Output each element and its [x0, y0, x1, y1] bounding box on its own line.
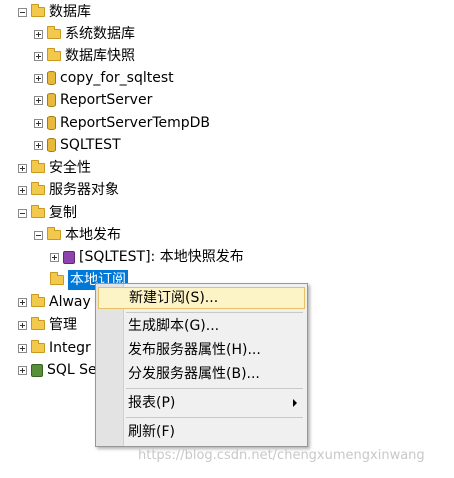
folder-icon	[31, 294, 45, 307]
menu-item-reports[interactable]: 报表(P)	[98, 392, 305, 414]
menu-separator	[126, 388, 303, 389]
tree-node-alwayson[interactable]: Alway	[18, 292, 91, 312]
collapse-icon[interactable]	[34, 230, 43, 240]
tree-node-server-objects[interactable]: 服务器对象	[18, 180, 119, 200]
tree-node-label: ReportServerTempDB	[60, 115, 211, 131]
tree-node-databases[interactable]: 数据库	[18, 2, 91, 22]
expand-icon[interactable]	[18, 320, 27, 330]
tree-node-label: 安全性	[49, 160, 91, 176]
collapse-icon[interactable]	[18, 208, 27, 218]
tree-node-db-reportserver[interactable]: ReportServer	[34, 90, 152, 110]
expand-icon[interactable]	[34, 73, 43, 83]
menu-separator	[126, 417, 303, 418]
folder-icon	[31, 340, 45, 353]
database-icon	[47, 93, 56, 107]
sql-agent-icon	[31, 363, 43, 377]
expand-icon[interactable]	[34, 118, 43, 128]
tree-node-db-snapshots[interactable]: 数据库快照	[34, 46, 135, 66]
menu-item-label: 报表(P)	[128, 395, 176, 411]
tree-node-replication[interactable]: 复制	[18, 203, 77, 223]
expand-icon[interactable]	[34, 51, 43, 61]
tree-node-label: Alway	[49, 294, 91, 310]
menu-item-refresh[interactable]: 刷新(F)	[98, 421, 305, 443]
tree-node-label: 数据库	[49, 4, 91, 20]
tree-node-label: SQLTEST	[60, 137, 121, 153]
collapse-icon[interactable]	[18, 7, 27, 17]
publication-icon	[63, 250, 75, 264]
tree-node-db-sqltest[interactable]: SQLTEST	[34, 135, 121, 155]
tree-node-management[interactable]: 管理	[18, 315, 77, 335]
tree-node-integration[interactable]: Integr	[18, 338, 91, 358]
tree-node-db-reportserver-temp[interactable]: ReportServerTempDB	[34, 113, 210, 133]
tree-node-label: [SQLTEST]: 本地快照发布	[79, 249, 244, 265]
expand-icon[interactable]	[34, 95, 43, 105]
tree-node-label: 管理	[49, 317, 77, 333]
tree-node-db-copy[interactable]: copy_for_sqltest	[34, 68, 174, 88]
folder-icon	[31, 205, 45, 218]
folder-icon	[47, 227, 61, 240]
menu-item-publisher-properties[interactable]: 发布服务器属性(H)...	[98, 339, 305, 361]
database-icon	[47, 138, 56, 152]
tree-node-label: 系统数据库	[65, 26, 135, 42]
expand-icon[interactable]	[34, 29, 43, 39]
folder-icon	[31, 317, 45, 330]
folder-icon	[31, 182, 45, 195]
folder-icon	[31, 160, 45, 173]
tree-node-security[interactable]: 安全性	[18, 158, 91, 178]
database-icon	[47, 71, 56, 85]
tree-node-system-databases[interactable]: 系统数据库	[34, 24, 135, 44]
menu-item-distributor-properties[interactable]: 分发服务器属性(B)...	[98, 363, 305, 385]
tree-node-sql-agent[interactable]: SQL Se	[18, 360, 97, 380]
tree-node-label: SQL Se	[47, 362, 97, 378]
expand-icon[interactable]	[18, 343, 27, 353]
folder-icon	[31, 4, 45, 17]
menu-item-generate-script[interactable]: 生成脚本(G)...	[98, 315, 305, 337]
submenu-arrow-icon	[293, 399, 297, 407]
tree-node-label: 服务器对象	[49, 182, 119, 198]
expand-icon[interactable]	[50, 252, 59, 262]
tree-node-label: ReportServer	[60, 92, 153, 108]
tree-node-label: 复制	[49, 205, 77, 221]
context-menu: 新建订阅(S)... 生成脚本(G)... 发布服务器属性(H)... 分发服务…	[95, 283, 308, 447]
expand-icon[interactable]	[34, 140, 43, 150]
tree-node-local-publications[interactable]: 本地发布	[34, 225, 121, 245]
tree-node-label: copy_for_sqltest	[60, 70, 174, 86]
menu-separator	[126, 312, 303, 313]
folder-icon	[47, 48, 61, 61]
watermark: https://blog.csdn.net/chengxumengxinwang	[138, 448, 425, 463]
expand-icon[interactable]	[18, 163, 27, 173]
expand-icon[interactable]	[18, 185, 27, 195]
expand-icon[interactable]	[18, 365, 27, 375]
tree-node-label: Integr	[49, 340, 91, 356]
folder-icon	[47, 26, 61, 39]
tree-node-publication-item[interactable]: [SQLTEST]: 本地快照发布	[50, 247, 244, 267]
menu-item-new-subscription[interactable]: 新建订阅(S)...	[98, 287, 305, 309]
folder-icon	[50, 272, 64, 285]
database-icon	[47, 116, 56, 130]
tree-node-label: 本地发布	[65, 227, 121, 243]
expand-icon[interactable]	[18, 297, 27, 307]
tree-node-label: 数据库快照	[65, 48, 135, 64]
